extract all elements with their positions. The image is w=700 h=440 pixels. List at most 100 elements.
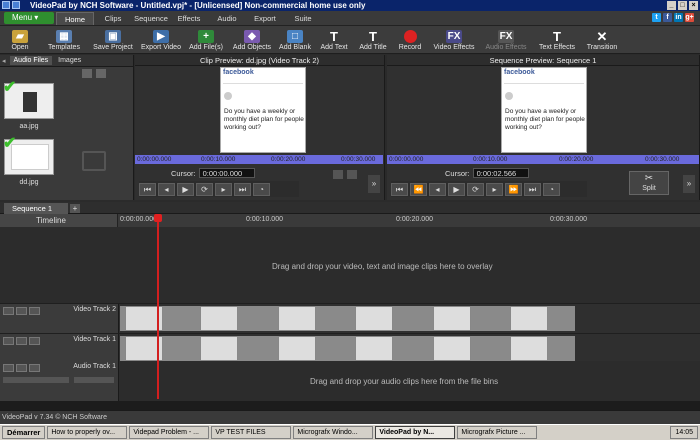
open-button[interactable]: ▰ Open xyxy=(0,25,40,53)
tab-audio[interactable]: Audio xyxy=(208,12,246,25)
post-text: Do you have a weekly or monthly diet pla… xyxy=(224,108,304,131)
tab-suite[interactable]: Suite xyxy=(284,12,322,25)
add-files-button[interactable]: + Add File(s) xyxy=(184,25,228,53)
zoom-out-icon[interactable] xyxy=(333,170,343,179)
speaker-icon[interactable] xyxy=(16,364,27,372)
audio-track-1[interactable]: Audio Track 1 Drag and drop your audio c… xyxy=(0,361,700,401)
text-effects-button[interactable]: T Text Effects xyxy=(532,25,582,53)
lock-icon[interactable] xyxy=(29,307,40,315)
volume-slider[interactable] xyxy=(3,377,69,383)
add-blank-button[interactable]: □ Add Blank xyxy=(276,25,314,53)
taskbar-item[interactable]: How to properly ov... xyxy=(47,426,128,439)
windows-taskbar: Démarrer How to properly ov... Videpad P… xyxy=(0,424,700,440)
speed-button[interactable]: ◔ xyxy=(543,182,560,196)
loop-button[interactable]: ⟳ xyxy=(467,182,484,196)
bin-left-arrow-icon[interactable]: ◂ xyxy=(0,57,8,65)
taskbar-item[interactable]: Videpad Problem - ... xyxy=(129,426,210,439)
lock-icon[interactable] xyxy=(29,337,40,345)
bin-list-view-icon[interactable] xyxy=(96,69,106,78)
bin-delete-icon[interactable] xyxy=(82,69,92,78)
tab-images[interactable]: Images xyxy=(54,56,85,65)
collapse-icon[interactable] xyxy=(3,364,14,372)
taskbar-item[interactable]: Micrografx Windo... xyxy=(293,426,374,439)
minimize-button[interactable]: _ xyxy=(667,1,676,10)
playhead[interactable] xyxy=(157,216,159,399)
overlay-drop-area[interactable]: Drag and drop your video, text and image… xyxy=(0,227,700,303)
clip-ruler[interactable]: 0:00:00.000 0:00:10.000 0:00:20.000 0:00… xyxy=(135,155,383,164)
prev-frame-button[interactable]: ◂ xyxy=(158,182,175,196)
eye-icon[interactable] xyxy=(16,307,27,315)
expand-icon[interactable]: » xyxy=(368,175,380,193)
add-text-button[interactable]: T Add Text xyxy=(314,25,354,53)
clip-frame xyxy=(355,336,393,361)
next-frame-button[interactable]: ▸ xyxy=(215,182,232,196)
prev-frame-button[interactable]: ◂ xyxy=(429,182,446,196)
next-frame-button[interactable]: ▸ xyxy=(486,182,503,196)
main-menu-button[interactable]: Menu ▾ xyxy=(4,12,54,24)
clip-ruler-tick: 0:00:00.000 xyxy=(137,156,172,163)
tab-audio-files[interactable]: Audio Files xyxy=(9,56,53,65)
taskbar-item[interactable]: Micrografx Picture ... xyxy=(457,426,538,439)
go-start-button[interactable]: ⏮ xyxy=(391,182,408,196)
tab-sequence-1[interactable]: Sequence 1 xyxy=(4,203,68,214)
sequence-ruler[interactable]: 0:00:00.000 0:00:10.000 0:00:20.000 0:00… xyxy=(387,155,699,164)
pan-slider[interactable] xyxy=(74,377,114,383)
video-effects-button[interactable]: FX Video Effects xyxy=(428,25,480,53)
collapse-icon[interactable] xyxy=(3,337,14,345)
audio-drop-message: Drag and drop your audio clips here from… xyxy=(310,377,499,386)
templates-icon: ▦ xyxy=(56,30,72,43)
tab-export[interactable]: Export xyxy=(246,12,284,25)
sequence-preview-title: Sequence Preview: Sequence 1 xyxy=(387,55,699,66)
playhead-knob[interactable] xyxy=(154,214,162,222)
play-button[interactable]: ▶ xyxy=(448,182,465,196)
add-title-button[interactable]: T Add Title xyxy=(354,25,392,53)
export-video-button[interactable]: ▶ Export Video xyxy=(138,25,184,53)
linkedin-icon[interactable]: in xyxy=(674,13,683,22)
eye-icon[interactable] xyxy=(16,337,27,345)
record-button[interactable]: Record xyxy=(392,25,428,53)
tab-clips[interactable]: Clips xyxy=(94,12,132,25)
taskbar-item[interactable]: VP TEST FILES xyxy=(211,426,292,439)
twitter-icon[interactable]: t xyxy=(652,13,661,22)
audio-effects-button[interactable]: FX Audio Effects xyxy=(480,25,532,53)
menu-bar: Menu ▾ Home Clips Sequence Effects Audio… xyxy=(0,11,700,26)
go-start-button[interactable]: ⏮ xyxy=(139,182,156,196)
tab-effects[interactable]: Effects xyxy=(170,12,208,25)
go-end-button[interactable]: ⏭ xyxy=(524,182,541,196)
zoom-in-icon[interactable] xyxy=(347,170,357,179)
prev-clip-button[interactable]: ⏪ xyxy=(410,182,427,196)
video-track-1-clip[interactable] xyxy=(120,336,575,361)
loop-button[interactable]: ⟳ xyxy=(196,182,213,196)
save-project-button[interactable]: ▣ Save Project xyxy=(88,25,138,53)
add-sequence-button[interactable]: + xyxy=(70,204,80,213)
transition-button[interactable]: ✕ Transition xyxy=(582,25,622,53)
close-button[interactable]: × xyxy=(689,1,698,10)
file-thumb-dd[interactable]: ✔ xyxy=(3,136,54,175)
play-button[interactable]: ▶ xyxy=(177,182,194,196)
sequence-tab-bar: Sequence 1 + xyxy=(0,202,700,214)
split-button[interactable]: ✂ Split xyxy=(629,171,669,195)
add-objects-button[interactable]: ◆ Add Objects xyxy=(228,25,276,53)
collapse-icon[interactable] xyxy=(3,307,14,315)
lock-icon[interactable] xyxy=(29,364,40,372)
next-clip-button[interactable]: ⏩ xyxy=(505,182,522,196)
taskbar-item[interactable]: VideoPad by N... xyxy=(375,426,456,439)
seq-cursor-field[interactable]: 0:00:02.566 xyxy=(472,168,529,178)
start-button[interactable]: Démarrer xyxy=(2,426,46,439)
expand-icon[interactable]: » xyxy=(683,175,695,193)
speed-button[interactable]: ◔ xyxy=(253,182,270,196)
go-end-button[interactable]: ⏭ xyxy=(234,182,251,196)
file-thumb-aa[interactable]: ✔ xyxy=(3,80,54,119)
undo-icon[interactable] xyxy=(12,1,20,9)
facebook-icon[interactable]: f xyxy=(663,13,672,22)
video-track-2-clip[interactable] xyxy=(120,306,575,331)
tab-home[interactable]: Home xyxy=(56,12,94,25)
timeline-tick: 0:00:30.000 xyxy=(550,216,587,223)
clip-cursor-field[interactable]: 0:00:00.000 xyxy=(198,168,255,178)
timeline-scrollbar[interactable] xyxy=(0,401,700,410)
file-bin: ◂ Audio Files Images ✔ aa.jpg ✔ dd.jpg xyxy=(0,55,134,200)
templates-button[interactable]: ▦ Templates xyxy=(40,25,88,53)
googleplus-icon[interactable]: g+ xyxy=(685,13,694,22)
tab-sequence[interactable]: Sequence xyxy=(132,12,170,25)
maximize-button[interactable]: □ xyxy=(678,1,687,10)
